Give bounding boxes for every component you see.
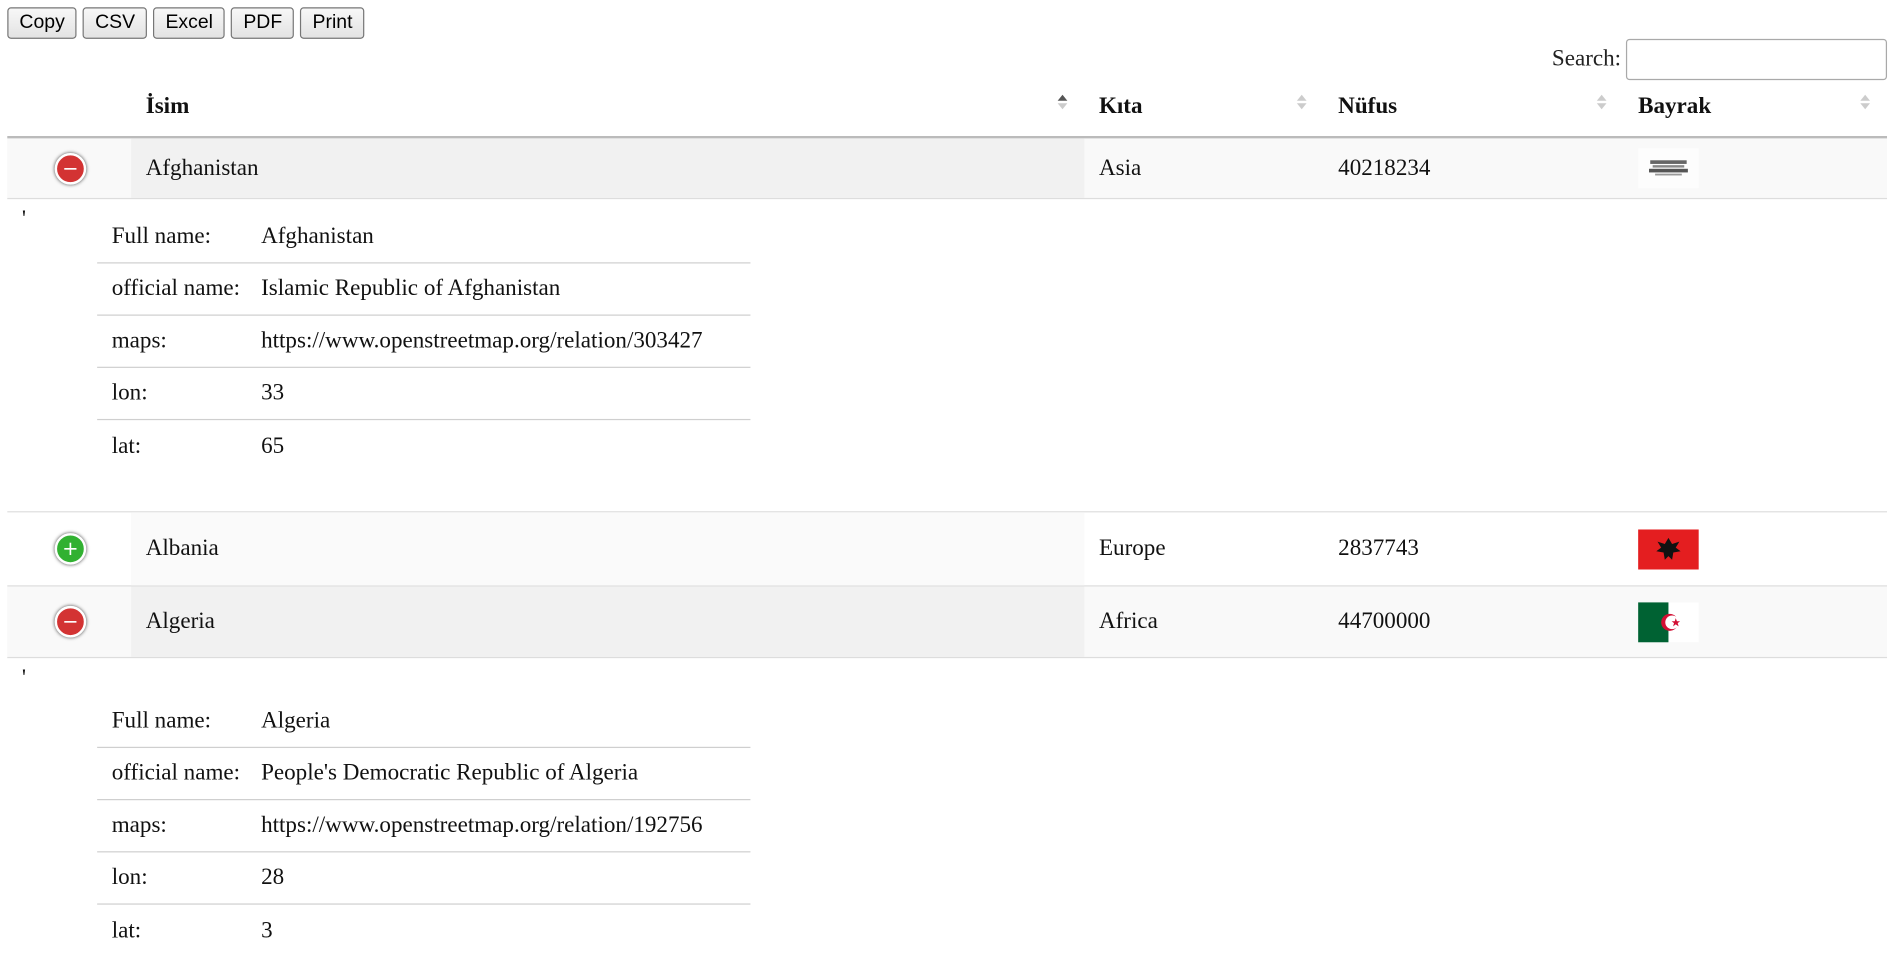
country-population: 40218234 [1338, 154, 1431, 181]
detail-label: lon: [111, 864, 148, 891]
sort-icon [1596, 94, 1607, 110]
detail-value: 65 [261, 432, 285, 459]
csv-button[interactable]: CSV [83, 7, 148, 39]
country-name: Algeria [131, 586, 1085, 657]
country-continent: Asia [1098, 154, 1142, 181]
detail-row: Full name: Algeria [97, 696, 751, 749]
header-name[interactable]: İsim [131, 78, 1084, 136]
header-control-column [7, 78, 131, 136]
detail-label: maps: [111, 812, 167, 838]
detail-value: People's Democratic Republic of Algeria [261, 760, 639, 786]
header-name-label: İsim [145, 93, 190, 120]
detail-row: official name: Islamic Republic of Afgha… [97, 264, 751, 316]
control-cell: − [7, 138, 131, 198]
detail-row: maps: https://www.openstreetmap.org/rela… [97, 316, 751, 368]
detail-label: official name: [111, 275, 241, 302]
row-details: ' Full name: Algeria official name: Peop… [7, 658, 1887, 953]
details-marker: ' [21, 665, 27, 691]
detail-row: lat: 3 [97, 905, 750, 953]
header-population-label: Nüfus [1338, 93, 1398, 120]
detail-label: official name: [111, 760, 241, 786]
collapse-row-icon[interactable]: − [54, 605, 87, 638]
albania-flag-icon [1638, 528, 1699, 569]
detail-row: maps: https://www.openstreetmap.org/rela… [97, 800, 751, 853]
detail-value: https://www.openstreetmap.org/relation/1… [261, 812, 703, 838]
expand-row-icon[interactable]: + [54, 533, 87, 565]
header-flag[interactable]: Bayrak [1624, 78, 1888, 136]
print-button[interactable]: Print [300, 7, 365, 39]
table-row[interactable]: + Albania Europe 2837743 [7, 512, 1888, 587]
detail-value: 33 [261, 380, 285, 406]
export-toolbar: Copy CSV Excel PDF Print [7, 7, 365, 39]
details-marker: ' [21, 206, 27, 232]
flag-cell [1624, 512, 1888, 585]
detail-label: Full name: [111, 223, 212, 249]
detail-label: lon: [111, 380, 148, 406]
table-row[interactable]: − Afghanistan Asia 40218234 [7, 138, 1888, 200]
table-header: İsim Kıta Nüfus Bayrak [7, 78, 1888, 139]
detail-value: 28 [261, 864, 285, 891]
detail-row: lat: 65 [97, 420, 750, 472]
control-cell: + [7, 512, 131, 585]
detail-row: Full name: Afghanistan [97, 211, 751, 264]
country-name: Afghanistan [131, 138, 1085, 198]
flag-cell [1624, 587, 1888, 657]
header-continent-label: Kıta [1098, 93, 1143, 120]
detail-row: lon: 33 [97, 368, 751, 421]
afghanistan-flag-icon [1638, 148, 1699, 189]
detail-value: 3 [261, 917, 273, 943]
detail-row: lon: 28 [97, 852, 751, 905]
pdf-button[interactable]: PDF [231, 7, 295, 39]
country-continent: Africa [1098, 608, 1158, 634]
country-name: Albania [131, 512, 1085, 586]
detail-value: Islamic Republic of Afghanistan [261, 275, 561, 302]
header-continent[interactable]: Kıta [1084, 78, 1323, 136]
page-content: Copy CSV Excel PDF Print Search: İsim Kı… [0, 0, 1904, 953]
detail-label: lat: [111, 432, 142, 459]
detail-label: lat: [111, 917, 142, 943]
sort-icon [1296, 94, 1307, 110]
detail-row: official name: People's Democratic Repub… [97, 748, 751, 801]
countries-table: İsim Kıta Nüfus Bayrak − Afghanistan Asi… [7, 78, 1888, 953]
search-input[interactable] [1625, 38, 1888, 81]
search-label: Search: [1551, 46, 1622, 72]
collapse-row-icon[interactable]: − [54, 152, 87, 184]
table-row[interactable]: − Algeria Africa 44700000 [7, 586, 1888, 659]
details-table: Full name: Afghanistan official name: Is… [97, 211, 751, 472]
detail-value: Algeria [261, 707, 331, 734]
detail-value: https://www.openstreetmap.org/relation/3… [261, 327, 703, 354]
row-details: ' Full name: Afghanistan official name: … [7, 199, 1888, 513]
control-cell: − [7, 587, 131, 657]
search-area: Search: [1551, 38, 1888, 81]
algeria-flag-icon [1638, 601, 1699, 642]
header-flag-label: Bayrak [1638, 93, 1712, 120]
detail-label: Full name: [111, 707, 212, 734]
flag-cell [1624, 138, 1888, 198]
country-continent: Europe [1098, 535, 1166, 562]
details-table: Full name: Algeria official name: People… [97, 696, 751, 953]
excel-button[interactable]: Excel [153, 7, 226, 39]
header-population[interactable]: Nüfus [1324, 78, 1624, 136]
copy-button[interactable]: Copy [7, 7, 77, 39]
detail-label: maps: [111, 327, 167, 354]
country-population: 2837743 [1338, 535, 1419, 562]
sort-icon [1860, 94, 1871, 110]
country-population: 44700000 [1338, 608, 1431, 634]
detail-value: Afghanistan [261, 223, 374, 249]
sort-ascending-icon [1057, 94, 1068, 110]
